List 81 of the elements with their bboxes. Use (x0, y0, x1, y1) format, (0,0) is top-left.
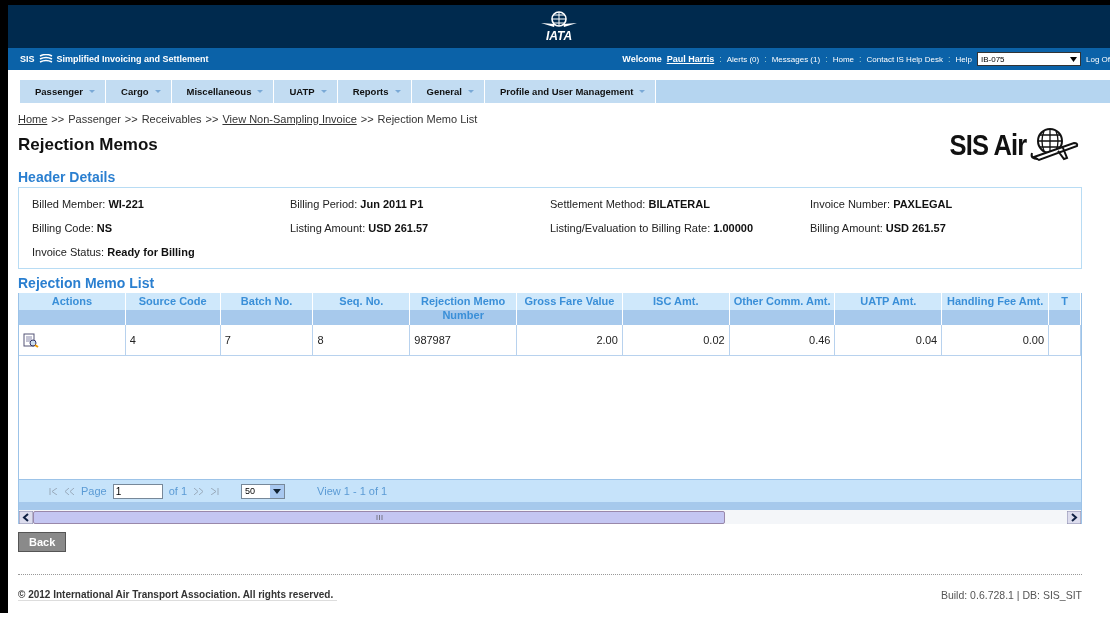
page-count: of 1 (168, 485, 188, 497)
logo-text: SIS Air (949, 128, 1026, 162)
copyright-text: © 2012 International Air Transport Association. All rights reserved. (18, 589, 338, 601)
link-separator: : (764, 54, 767, 64)
section-title: Header Details (18, 169, 117, 185)
caret-icon (639, 90, 646, 93)
detail-field: Listing/Evaluation to Billing Rate: 1.00000 (550, 222, 810, 234)
table-cell: 4 (125, 325, 221, 355)
first-page-icon[interactable] (49, 487, 58, 495)
breadcrumb-link[interactable]: View Non-Sampling Invoice (222, 113, 357, 125)
detail-field: Settlement Method: BILATERAL (550, 198, 810, 210)
caret-icon (257, 90, 264, 93)
next-page-icon[interactable] (193, 487, 205, 495)
scroll-right-icon[interactable] (1067, 510, 1081, 524)
view-range: View 1 - 1 of 1 (317, 485, 388, 497)
build-info: Build: 0.6.728.1 | DB: SIS_SIT (940, 589, 1082, 601)
link-separator: : (948, 54, 951, 64)
user-link[interactable]: Paul Harris (666, 54, 715, 64)
table-cell: 987987 (410, 325, 518, 355)
breadcrumb-separator: >> (124, 113, 138, 125)
link-separator: : (825, 54, 828, 64)
menu-item[interactable]: General (411, 80, 485, 103)
scroll-left-icon[interactable] (19, 510, 33, 524)
breadcrumb-link[interactable]: Home (18, 113, 48, 125)
member-select[interactable]: IB-075 (977, 52, 1081, 66)
caret-icon (467, 90, 474, 93)
table-cell: 2.00 (517, 325, 623, 355)
last-page-icon[interactable] (210, 487, 220, 495)
detail-field: Invoice Number: PAXLEGAL (810, 198, 1068, 210)
menu-item[interactable]: UATP (274, 80, 338, 103)
table-cell: 7 (220, 325, 314, 355)
back-button[interactable]: Back (18, 532, 67, 552)
table-cell: 0.02 (622, 325, 730, 355)
welcome-text: Welcome (622, 54, 662, 64)
scrollbar-thumb[interactable] (33, 510, 725, 524)
breadcrumb-separator: >> (51, 113, 65, 125)
detail-field: Billing Period: Jun 2011 P1 (290, 198, 550, 210)
breadcrumb-item: Rejection Memo List (377, 113, 478, 125)
section-title: Rejection Memo List (18, 275, 156, 291)
header-link[interactable]: Help (955, 54, 972, 64)
header-link[interactable]: Alerts (0) (726, 54, 760, 64)
link-separator: : (859, 54, 862, 64)
swoosh-icon (38, 54, 53, 64)
menu-item[interactable]: Miscellaneous (171, 80, 275, 103)
view-document-icon[interactable] (23, 332, 39, 348)
detail-field: Billed Member: WI-221 (32, 198, 290, 210)
detail-field: Invoice Status: Ready for Billing (32, 246, 290, 258)
menu-item[interactable]: Reports (337, 80, 412, 103)
page-label: Page (81, 485, 107, 497)
table-cell: 0.04 (835, 325, 943, 355)
caret-icon (394, 90, 401, 93)
page-title: Rejection Memos (18, 135, 158, 155)
previous-page-icon[interactable] (64, 487, 75, 495)
breadcrumb-item: Passenger (68, 113, 121, 125)
breadcrumb-item: Receivables (141, 113, 202, 125)
logo-text: IATA (545, 31, 573, 42)
page-input[interactable]: 1 (112, 483, 163, 499)
breadcrumb-separator: >> (360, 113, 374, 125)
caret-icon (89, 90, 96, 93)
detail-field: Billing Code: NS (32, 222, 290, 234)
detail-field: Listing Amount: USD 261.57 (290, 222, 550, 234)
menu-item[interactable]: Profile and User Management (484, 80, 657, 103)
app-title: Simplified Invoicing and Settlement (56, 54, 209, 64)
header-link[interactable]: Contact IS Help Desk (866, 54, 943, 64)
breadcrumb-separator: >> (205, 113, 219, 125)
caret-icon (154, 90, 161, 93)
table-cell: 0.00 (942, 325, 1050, 355)
table-cell: 0.46 (729, 325, 836, 355)
dropdown-arrow-icon (1070, 56, 1077, 62)
table-cell: 8 (313, 325, 411, 355)
logoff-link[interactable]: Log Of (1086, 54, 1110, 64)
header-link[interactable]: Messages (1) (771, 54, 821, 64)
globe-plane-icon (1028, 127, 1080, 163)
page-size-select[interactable]: 50 (241, 483, 286, 499)
menu-item[interactable]: Passenger (20, 80, 107, 103)
link-separator: : (719, 54, 722, 64)
menu-item[interactable]: Cargo (106, 80, 172, 103)
brand-text: SIS (20, 54, 35, 64)
header-link[interactable]: Home (832, 54, 854, 64)
caret-icon (320, 90, 327, 93)
detail-field: Billing Amount: USD 261.57 (810, 222, 1068, 234)
